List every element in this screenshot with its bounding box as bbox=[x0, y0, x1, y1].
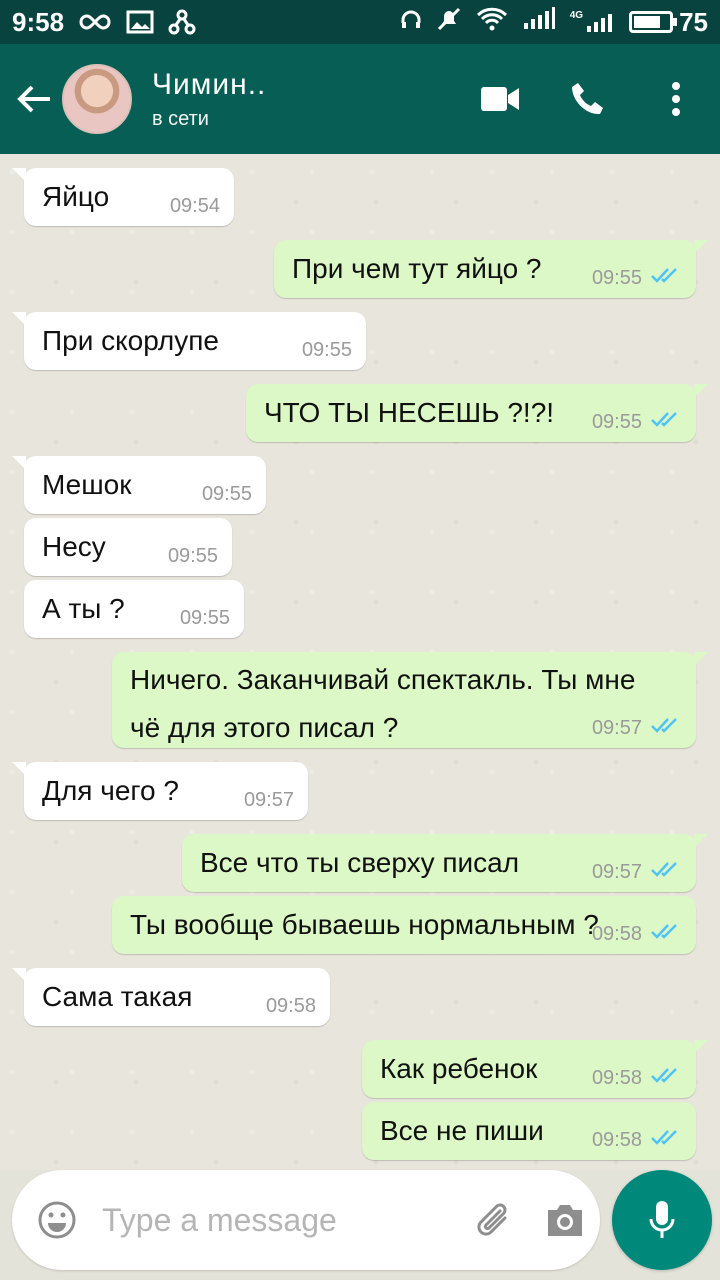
signal-4g-icon: 4G bbox=[570, 10, 615, 34]
double-check-icon bbox=[650, 1066, 682, 1090]
gallery-icon bbox=[126, 10, 154, 34]
message-time: 09:58 bbox=[591, 1128, 642, 1151]
voice-record-button[interactable] bbox=[612, 1170, 712, 1270]
headset-icon bbox=[400, 7, 422, 38]
video-camera-icon bbox=[481, 87, 519, 111]
message-text: А ты ? bbox=[42, 593, 125, 624]
message-incoming[interactable]: При скорлупе 09:55 bbox=[12, 312, 366, 370]
signal-icon bbox=[522, 6, 556, 38]
message-time: 09:55 bbox=[167, 545, 218, 567]
status-bar: 9:58 4G 75 bbox=[0, 0, 720, 44]
message-time: 09:58 bbox=[591, 1066, 642, 1089]
message-text: При чем тут яйцо ? bbox=[292, 253, 542, 284]
message-time: 09:55 bbox=[591, 266, 642, 289]
double-check-icon bbox=[650, 716, 682, 740]
camera-icon bbox=[548, 1205, 582, 1236]
paperclip-icon bbox=[477, 1203, 507, 1236]
battery-icon bbox=[629, 11, 678, 33]
message-time: 09:55 bbox=[201, 483, 252, 505]
arrow-back-icon bbox=[17, 85, 50, 113]
message-text: Сама такая bbox=[42, 981, 193, 1012]
battery-indicator: 75 bbox=[629, 7, 708, 38]
message-time: 09:55 bbox=[301, 339, 352, 361]
message-text: Мешок bbox=[42, 469, 132, 500]
message-time: 09:57 bbox=[591, 716, 642, 739]
message-text: Для чего ? bbox=[42, 775, 179, 806]
wifi-icon bbox=[476, 7, 508, 38]
message-outgoing[interactable]: Ничего. Заканчивай спектакль. Ты мне чё … bbox=[112, 652, 708, 748]
chat-header: Чимин.. в сети bbox=[0, 44, 720, 154]
contact-name: Чимин.. bbox=[152, 67, 267, 101]
more-options-button[interactable] bbox=[632, 44, 720, 154]
message-time: 09:54 bbox=[169, 195, 220, 217]
phone-icon bbox=[572, 83, 603, 115]
contact-info[interactable]: Чимин.. в сети bbox=[152, 68, 266, 131]
double-check-icon bbox=[650, 266, 682, 290]
network-type: 4G bbox=[569, 10, 584, 21]
message-time: 09:55 bbox=[179, 607, 230, 629]
double-check-icon bbox=[650, 410, 682, 434]
message-input[interactable]: Type a message bbox=[102, 1202, 460, 1239]
message-outgoing[interactable]: ЧТО ТЫ НЕСЕШЬ ?!?! 09:55 bbox=[246, 384, 708, 442]
battery-level: 75 bbox=[679, 6, 708, 37]
double-check-icon bbox=[650, 922, 682, 946]
message-time: 09:57 bbox=[591, 860, 642, 883]
message-text: Ничего. Заканчивай спектакль. Ты мне чё … bbox=[130, 664, 636, 743]
message-incoming[interactable]: Для чего ? 09:57 bbox=[12, 762, 308, 820]
message-incoming[interactable]: А ты ? 09:55 bbox=[24, 580, 244, 638]
voice-call-button[interactable] bbox=[544, 44, 632, 154]
message-outgoing[interactable]: Ты вообще бываешь нормальным ? 09:58 bbox=[112, 896, 696, 954]
message-outgoing[interactable]: Как ребенок 09:58 bbox=[362, 1040, 708, 1098]
message-text: ЧТО ТЫ НЕСЕШЬ ?!?! bbox=[264, 397, 555, 428]
message-incoming[interactable]: Сама такая 09:58 bbox=[12, 968, 330, 1026]
emoji-icon bbox=[38, 1201, 76, 1239]
double-check-icon bbox=[650, 860, 682, 884]
double-check-icon bbox=[650, 1128, 682, 1152]
more-vert-icon bbox=[672, 82, 680, 116]
message-outgoing[interactable]: Все что ты сверху писал 09:57 bbox=[182, 834, 708, 892]
message-outgoing[interactable]: При чем тут яйцо ? 09:55 bbox=[274, 240, 708, 298]
video-call-button[interactable] bbox=[456, 44, 544, 154]
share-icon bbox=[168, 9, 196, 35]
message-composer: Type a message bbox=[12, 1170, 600, 1270]
microphone-icon bbox=[649, 1201, 675, 1238]
message-outgoing[interactable]: Все не пиши 09:58 bbox=[362, 1102, 696, 1160]
message-incoming[interactable]: Яйцо 09:54 bbox=[12, 168, 234, 226]
mute-icon bbox=[436, 6, 462, 39]
message-text: Как ребенок bbox=[380, 1053, 538, 1084]
message-text: Все не пиши bbox=[380, 1115, 544, 1146]
camera-button[interactable] bbox=[530, 1170, 600, 1270]
message-list[interactable]: Яйцо 09:54 При чем тут яйцо ? 09:55 При … bbox=[0, 154, 720, 1170]
infinity-icon bbox=[78, 12, 112, 32]
message-text: Яйцо bbox=[42, 181, 110, 212]
message-text: Все что ты сверху писал bbox=[200, 847, 520, 878]
contact-status: в сети bbox=[152, 107, 209, 130]
message-text: Ты вообще бываешь нормальным ? bbox=[130, 909, 599, 940]
message-incoming[interactable]: Несу 09:55 bbox=[24, 518, 232, 576]
message-time: 09:58 bbox=[265, 995, 316, 1017]
avatar[interactable] bbox=[62, 64, 132, 134]
emoji-button[interactable] bbox=[12, 1170, 102, 1270]
message-incoming[interactable]: Мешок 09:55 bbox=[12, 456, 266, 514]
message-time: 09:58 bbox=[591, 922, 642, 945]
message-text: Несу bbox=[42, 531, 106, 562]
message-text: При скорлупе bbox=[42, 325, 219, 356]
attach-button[interactable] bbox=[460, 1170, 530, 1270]
message-time: 09:55 bbox=[591, 410, 642, 433]
back-button[interactable] bbox=[4, 44, 64, 154]
message-time: 09:57 bbox=[243, 789, 294, 811]
status-time: 9:58 bbox=[12, 6, 65, 37]
